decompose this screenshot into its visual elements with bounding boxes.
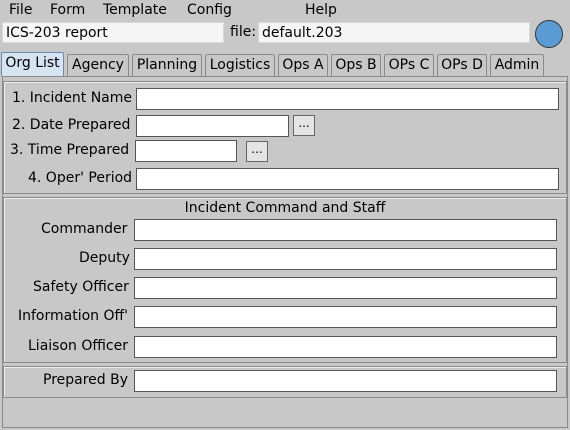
- tab-logistics[interactable]: Logistics: [205, 54, 275, 76]
- menu-form-label: Form: [50, 2, 86, 18]
- date-picker-button[interactable]: ...: [293, 115, 315, 136]
- command-staff-title: Incident Command and Staff: [184, 200, 386, 216]
- menu-help[interactable]: Help: [305, 1, 337, 19]
- menu-template[interactable]: Template: [103, 1, 167, 19]
- menu-file-label: File: [9, 2, 33, 18]
- tab-label: Ops A: [282, 57, 324, 73]
- prepared-by-input[interactable]: [134, 370, 557, 392]
- deputy-input[interactable]: [134, 248, 557, 270]
- date-prepared-input[interactable]: [136, 115, 289, 137]
- time-prepared-label: 3. Time Prepared: [10, 142, 130, 158]
- incident-name-input[interactable]: [136, 88, 559, 110]
- liaison-officer-input[interactable]: [134, 336, 557, 358]
- oper-period-input[interactable]: [136, 168, 559, 190]
- menu-config-label: Config: [187, 2, 232, 18]
- commander-label: Commander: [41, 221, 128, 237]
- tab-org-list[interactable]: Org List: [1, 52, 64, 76]
- tab-ops-c[interactable]: OPs C: [384, 54, 434, 76]
- tab-ops-d[interactable]: OPs D: [437, 54, 487, 76]
- menu-file[interactable]: File: [9, 1, 32, 19]
- tab-label: Logistics: [209, 57, 271, 73]
- menu-form[interactable]: Form: [50, 1, 85, 19]
- incident-name-label: 1. Incident Name: [12, 90, 133, 106]
- tab-ops-b[interactable]: Ops B: [331, 54, 381, 76]
- tab-label: Ops B: [335, 57, 377, 73]
- menu-template-label: Template: [103, 2, 167, 18]
- tab-label: Org List: [5, 55, 60, 71]
- oper-period-label: 4. Oper' Period: [28, 170, 133, 186]
- menu-config[interactable]: Config: [187, 1, 232, 19]
- information-officer-label: Information Off': [18, 308, 129, 324]
- menu-bar: File Form Template Config Help: [0, 0, 570, 20]
- tab-label: Admin: [494, 57, 540, 73]
- liaison-officer-label: Liaison Officer: [28, 338, 128, 354]
- tab-label: OPs D: [441, 57, 483, 73]
- date-prepared-label: 2. Date Prepared: [12, 117, 131, 133]
- tab-label: Planning: [136, 57, 198, 73]
- tab-admin[interactable]: Admin: [490, 54, 544, 76]
- information-officer-input[interactable]: [134, 306, 557, 328]
- time-prepared-input[interactable]: [135, 140, 237, 162]
- file-label: file:: [230, 24, 257, 40]
- tab-label: OPs C: [388, 57, 430, 73]
- tab-label: Agency: [72, 57, 124, 73]
- commander-input[interactable]: [134, 219, 557, 241]
- tab-agency[interactable]: Agency: [67, 54, 129, 76]
- status-indicator-icon: [535, 20, 563, 48]
- safety-officer-label: Safety Officer: [33, 279, 129, 295]
- deputy-label: Deputy: [79, 250, 130, 266]
- safety-officer-input[interactable]: [134, 277, 557, 299]
- tab-ops-a[interactable]: Ops A: [278, 54, 328, 76]
- file-name-field[interactable]: default.203: [258, 22, 530, 43]
- tab-planning[interactable]: Planning: [132, 54, 202, 76]
- menu-help-label: Help: [305, 2, 337, 18]
- prepared-by-label: Prepared By: [43, 372, 129, 388]
- report-title-field[interactable]: ICS-203 report: [2, 22, 224, 43]
- time-picker-button[interactable]: ...: [246, 141, 268, 162]
